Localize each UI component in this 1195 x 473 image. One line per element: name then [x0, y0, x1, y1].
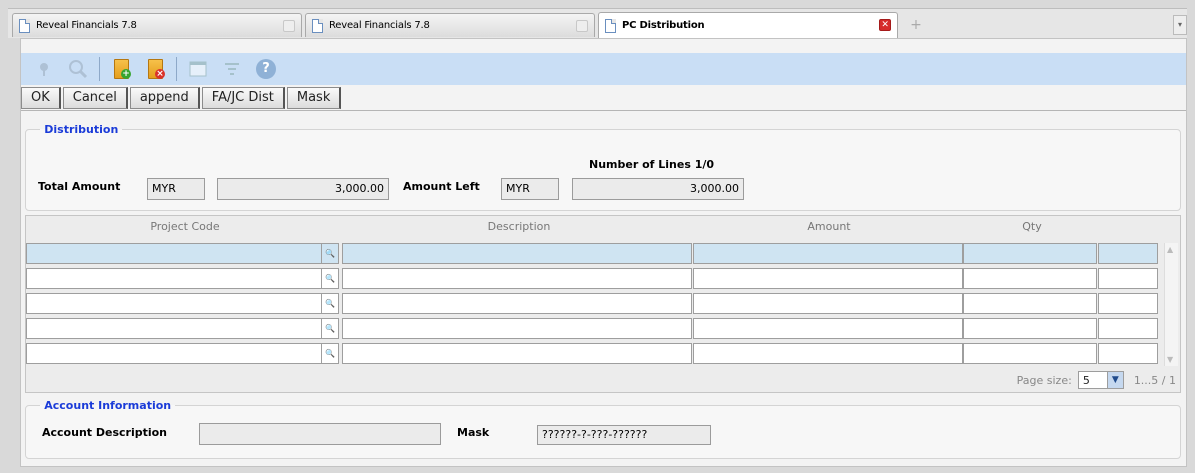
new-tab-icon[interactable]: + — [906, 15, 926, 35]
lookup-icon[interactable]: 🔍 — [321, 343, 339, 364]
lookup-icon[interactable]: 🔍 — [321, 268, 339, 289]
page-size-select[interactable]: 5 ▼ — [1077, 371, 1124, 389]
total-amount-field[interactable]: 3,000.00 — [217, 178, 389, 200]
filter-icon[interactable] — [221, 58, 243, 80]
project-code-cell[interactable] — [26, 243, 322, 264]
scroll-down-icon[interactable]: ▼ — [1167, 355, 1173, 364]
tab-strip: Reveal Financials 7.8 Reveal Financials … — [8, 8, 1187, 38]
mask-field[interactable]: ??????-?-???-?????? — [537, 425, 711, 445]
close-icon[interactable]: ✕ — [879, 19, 891, 31]
qty-cell[interactable] — [963, 268, 1097, 289]
toolbar-separator — [176, 57, 177, 81]
mask-button[interactable]: Mask — [286, 87, 342, 109]
table-row[interactable]: 🔍 — [26, 343, 1164, 364]
total-currency-field[interactable]: MYR — [147, 178, 205, 200]
page-range: 1...5 / 1 — [1133, 373, 1176, 387]
tab-pc-distribution[interactable]: PC Distribution ✕ — [598, 12, 898, 38]
description-cell[interactable] — [342, 268, 692, 289]
distribution-grid: Project Code Description Amount Qty 🔍 🔍 🔍 🔍… — [25, 215, 1181, 393]
project-code-cell[interactable] — [26, 268, 322, 289]
table-row[interactable]: 🔍 — [26, 318, 1164, 339]
amount-cell[interactable] — [693, 293, 963, 314]
tab-label: Reveal Financials 7.8 — [36, 20, 137, 31]
cancel-button[interactable]: Cancel — [62, 87, 128, 109]
table-row[interactable]: 🔍 — [26, 268, 1164, 289]
column-header-description[interactable]: Description — [344, 220, 694, 233]
document-icon — [605, 18, 616, 33]
total-amount-label: Total Amount — [38, 180, 121, 193]
qty-cell[interactable] — [963, 243, 1097, 264]
tab-reveal-financials-2[interactable]: Reveal Financials 7.8 — [305, 13, 595, 37]
amount-cell[interactable] — [693, 343, 963, 364]
grid-pager: Page size: 5 ▼ 1...5 / 1 — [1017, 370, 1176, 390]
description-cell[interactable] — [342, 243, 692, 264]
table-row[interactable]: 🔍 — [26, 243, 1164, 264]
toolbar: + × ? — [21, 53, 1186, 85]
number-of-lines: Number of Lines 1/0 — [589, 158, 715, 171]
amount-cell[interactable] — [693, 268, 963, 289]
lookup-icon[interactable]: 🔍 — [321, 293, 339, 314]
extra-cell[interactable] — [1098, 293, 1158, 314]
toolbar-separator — [99, 57, 100, 81]
search-icon[interactable] — [67, 58, 89, 80]
window-icon[interactable] — [187, 58, 209, 80]
amount-left-field[interactable]: 3,000.00 — [572, 178, 744, 200]
column-header-qty[interactable]: Qty — [964, 220, 1100, 233]
project-code-cell[interactable] — [26, 343, 322, 364]
tab-scroll-button[interactable]: ▾ — [1173, 15, 1187, 35]
account-information-legend: Account Information — [44, 399, 172, 412]
chevron-down-icon[interactable]: ▼ — [1106, 372, 1123, 388]
tab-reveal-financials-1[interactable]: Reveal Financials 7.8 — [12, 13, 302, 37]
tab-label: PC Distribution — [622, 20, 705, 31]
column-header-project-code[interactable]: Project Code — [26, 220, 344, 233]
grid-scrollbar[interactable]: ▲ ▼ — [1164, 243, 1178, 366]
amount-cell[interactable] — [693, 318, 963, 339]
toolbar-divider — [21, 110, 1186, 111]
ok-button[interactable]: OK — [21, 87, 61, 109]
qty-cell[interactable] — [963, 293, 1097, 314]
amount-cell[interactable] — [693, 243, 963, 264]
mask-label: Mask — [457, 426, 490, 439]
append-button[interactable]: append — [129, 87, 200, 109]
project-code-cell[interactable] — [26, 293, 322, 314]
page-size-label: Page size: — [1016, 373, 1072, 387]
close-icon[interactable] — [576, 20, 588, 32]
pin-icon[interactable] — [33, 58, 55, 80]
document-icon — [312, 18, 323, 33]
left-currency-field[interactable]: MYR — [501, 178, 559, 200]
scroll-up-icon[interactable]: ▲ — [1167, 245, 1173, 254]
pc-distribution-window: + × ? OK Cancel append FA/JC Dist Mask D… — [20, 38, 1187, 467]
lookup-icon[interactable]: 🔍 — [321, 243, 339, 264]
amount-left-label: Amount Left — [403, 180, 480, 193]
qty-cell[interactable] — [963, 318, 1097, 339]
project-code-cell[interactable] — [26, 318, 322, 339]
help-icon[interactable]: ? — [255, 58, 277, 80]
description-cell[interactable] — [342, 343, 692, 364]
distribution-legend: Distribution — [44, 123, 119, 136]
table-row[interactable]: 🔍 — [26, 293, 1164, 314]
description-cell[interactable] — [342, 318, 692, 339]
delete-folder-icon[interactable]: × — [144, 58, 166, 80]
account-description-field[interactable] — [199, 423, 441, 445]
action-bar: OK Cancel append FA/JC Dist Mask — [21, 87, 343, 109]
lookup-icon[interactable]: 🔍 — [321, 318, 339, 339]
qty-cell[interactable] — [963, 343, 1097, 364]
page-size-value: 5 — [1082, 373, 1090, 387]
extra-cell[interactable] — [1098, 268, 1158, 289]
new-folder-icon[interactable]: + — [110, 58, 132, 80]
close-icon[interactable] — [283, 20, 295, 32]
column-header-amount[interactable]: Amount — [694, 220, 964, 233]
fajc-dist-button[interactable]: FA/JC Dist — [201, 87, 285, 109]
extra-cell[interactable] — [1098, 243, 1158, 264]
account-description-label: Account Description — [42, 426, 168, 439]
tab-label: Reveal Financials 7.8 — [329, 20, 430, 31]
grid-header: Project Code Description Amount Qty — [26, 216, 1180, 240]
extra-cell[interactable] — [1098, 343, 1158, 364]
document-icon — [19, 18, 30, 33]
description-cell[interactable] — [342, 293, 692, 314]
extra-cell[interactable] — [1098, 318, 1158, 339]
